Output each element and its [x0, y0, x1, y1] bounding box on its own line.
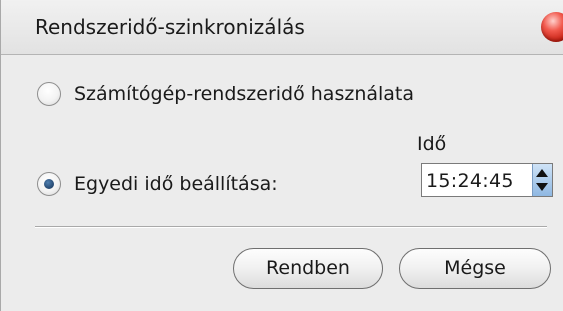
- time-value[interactable]: 15:24:45: [426, 170, 514, 192]
- ok-button[interactable]: Rendben: [233, 248, 383, 289]
- separator: [35, 226, 547, 228]
- radio-custom-time-label[interactable]: Egyedi idő beállítása:: [74, 173, 278, 195]
- time-input[interactable]: 15:24:45: [421, 163, 553, 197]
- sync-dialog: Rendszeridő-szinkronizálás Számítógép-re…: [0, 0, 563, 311]
- spin-up-arrow-icon[interactable]: [536, 169, 548, 177]
- time-label: Idő: [417, 133, 447, 155]
- window-title: Rendszeridő-szinkronizálás: [35, 15, 305, 39]
- radio-system-time[interactable]: [37, 82, 61, 106]
- time-spinner[interactable]: [532, 164, 552, 196]
- title-bar[interactable]: Rendszeridő-szinkronizálás: [1, 0, 563, 55]
- option-system-time[interactable]: Számítógép-rendszeridő használata: [37, 82, 414, 106]
- option-custom-time[interactable]: Egyedi idő beállítása:: [37, 172, 278, 196]
- cancel-button[interactable]: Mégse: [399, 248, 551, 289]
- spin-down-arrow-icon[interactable]: [536, 183, 548, 191]
- radio-system-time-label[interactable]: Számítógép-rendszeridő használata: [74, 83, 414, 105]
- close-icon[interactable]: [541, 12, 563, 42]
- radio-custom-time[interactable]: [37, 172, 61, 196]
